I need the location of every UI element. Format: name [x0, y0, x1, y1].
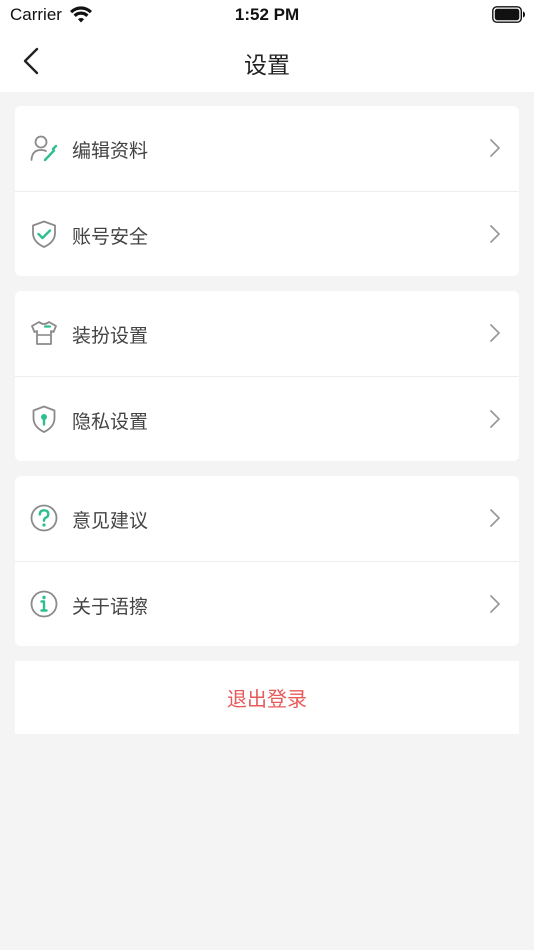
- chevron-right-icon: [490, 225, 500, 243]
- battery-icon: [492, 6, 526, 27]
- status-bar: Carrier 1:52 PM: [0, 0, 534, 30]
- question-circle-icon: [29, 503, 59, 533]
- tshirt-icon: [29, 318, 59, 348]
- nav-bar: 设置: [0, 30, 534, 92]
- settings-group-account: 编辑资料 账号安全: [15, 106, 519, 276]
- settings-item-label: 装扮设置: [72, 325, 149, 347]
- settings-item-privacy[interactable]: 隐私设置: [15, 376, 519, 461]
- settings-item-label: 隐私设置: [72, 411, 149, 433]
- settings-item-dress-up[interactable]: 装扮设置: [15, 291, 519, 376]
- chevron-right-icon: [490, 410, 500, 428]
- settings-item-label: 意见建议: [72, 510, 149, 532]
- chevron-right-icon: [490, 139, 500, 157]
- edit-profile-icon: [29, 133, 59, 163]
- info-circle-icon: [29, 589, 59, 619]
- settings-item-about[interactable]: 关于语擦: [15, 561, 519, 646]
- logout-button[interactable]: 退出登录: [15, 661, 519, 734]
- settings-item-edit-profile[interactable]: 编辑资料: [15, 106, 519, 191]
- settings-item-feedback[interactable]: 意见建议: [15, 476, 519, 561]
- chevron-right-icon: [490, 509, 500, 527]
- status-time: 1:52 PM: [234, 5, 300, 24]
- page-title: 设置: [244, 53, 290, 79]
- chevron-right-icon: [490, 324, 500, 342]
- settings-group-appearance: 装扮设置 隐私设置: [15, 291, 519, 461]
- settings-group-about: 意见建议 关于语擦: [15, 476, 519, 646]
- chevron-right-icon: [490, 595, 500, 613]
- settings-item-label: 关于语擦: [72, 596, 149, 618]
- logout-label: 退出登录: [227, 687, 307, 711]
- privacy-lock-icon: [29, 404, 59, 434]
- shield-check-icon: [29, 219, 59, 249]
- settings-item-label: 账号安全: [72, 226, 149, 248]
- settings-item-label: 编辑资料: [72, 140, 149, 162]
- settings-item-account-security[interactable]: 账号安全: [15, 191, 519, 276]
